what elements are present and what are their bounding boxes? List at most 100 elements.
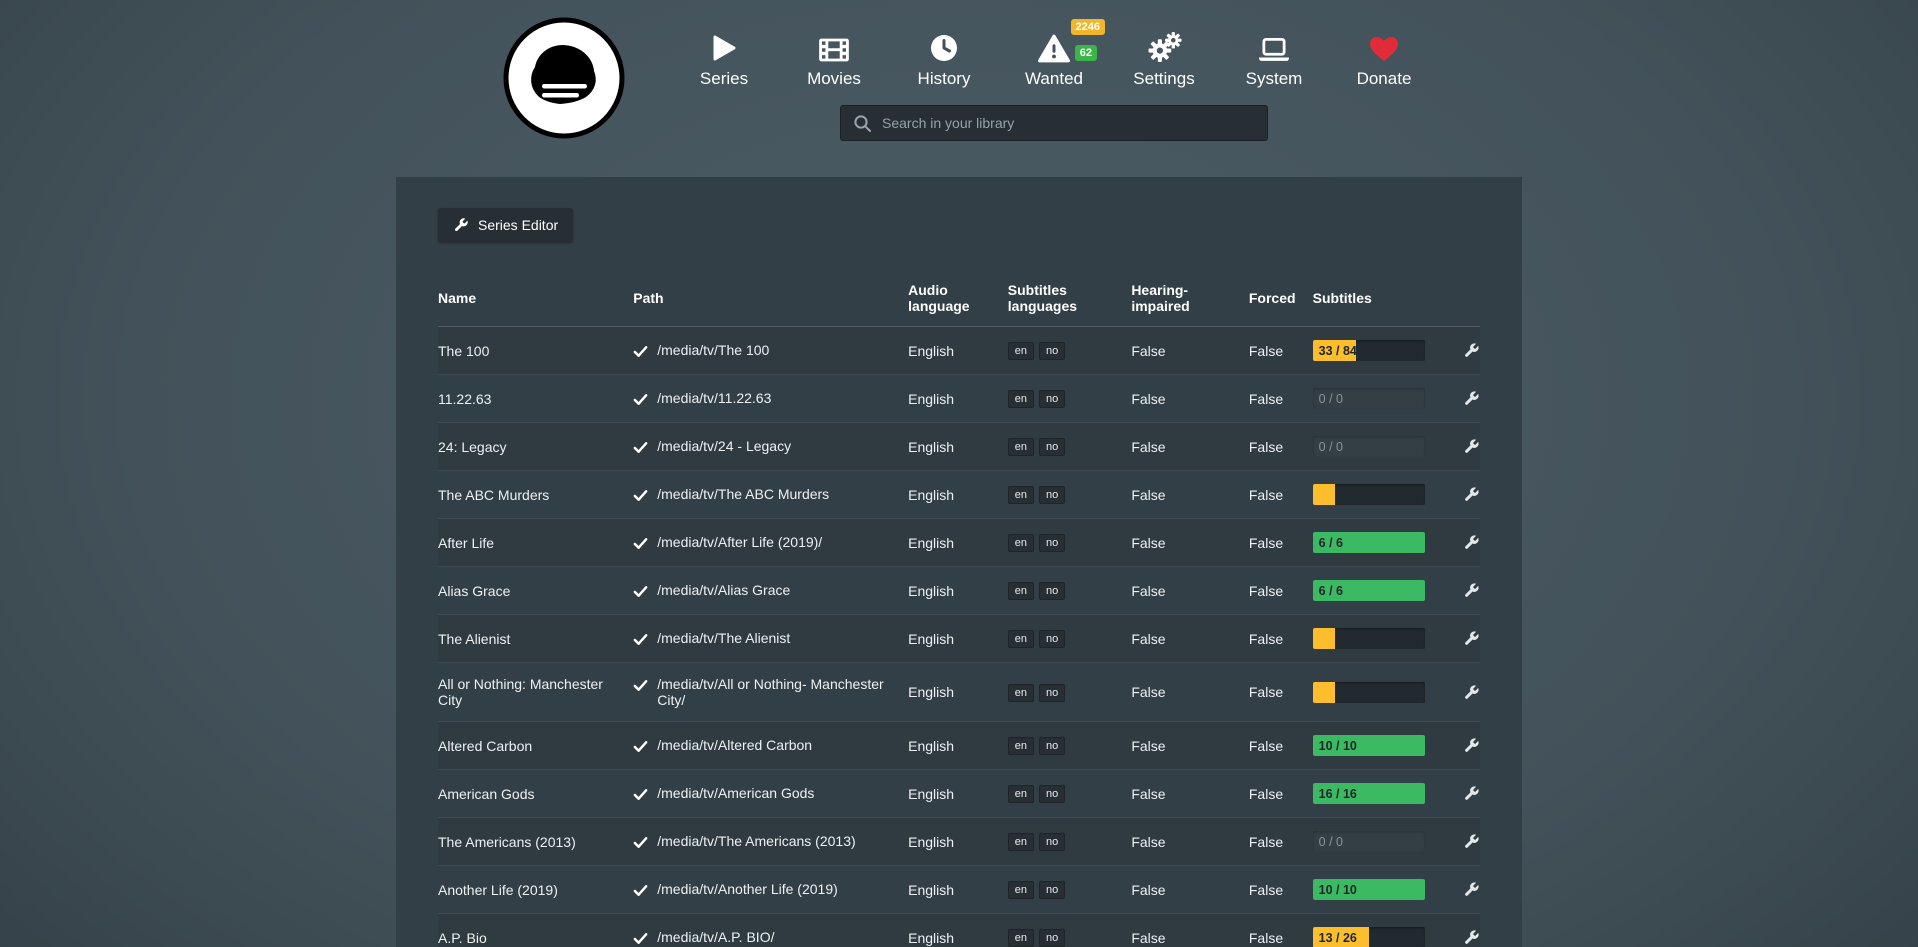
forced-value: False	[1249, 631, 1313, 647]
hearing-impaired-value: False	[1131, 535, 1249, 551]
subtitles-progress: 16 / 16	[1313, 783, 1425, 804]
language-badge: en	[1008, 486, 1034, 504]
series-name[interactable]: A.P. Bio	[438, 930, 633, 946]
wanted-count-badge: 2246	[1071, 19, 1105, 35]
edit-series-button[interactable]	[1463, 929, 1480, 946]
audio-language: English	[908, 391, 1008, 407]
series-name[interactable]: Another Life (2019)	[438, 882, 633, 898]
language-badge: en	[1008, 929, 1034, 947]
table-row: American Gods /media/tv/American Gods En…	[438, 770, 1480, 818]
audio-language: English	[908, 882, 1008, 898]
series-path-cell: /media/tv/Altered Carbon	[633, 737, 908, 754]
nav-label: Donate	[1357, 69, 1412, 89]
subtitles-progress: 0 / 0	[1313, 388, 1425, 409]
series-path-cell: /media/tv/24 - Legacy	[633, 438, 908, 455]
nav-item-history[interactable]: History	[911, 31, 977, 89]
series-path: /media/tv/All or Nothing- Manchester Cit…	[657, 676, 894, 708]
forced-value: False	[1249, 882, 1313, 898]
series-name[interactable]: Altered Carbon	[438, 738, 633, 754]
wrench-icon	[1463, 929, 1480, 946]
series-path: /media/tv/The Americans (2013)	[657, 833, 855, 849]
nav-item-donate[interactable]: Donate	[1351, 31, 1417, 89]
language-badge: en	[1008, 390, 1034, 408]
series-editor-button[interactable]: Series Editor	[438, 208, 573, 242]
subtitles-progress-fill	[1313, 484, 1335, 505]
hearing-impaired-value: False	[1131, 738, 1249, 754]
language-badge: no	[1039, 582, 1065, 600]
subtitles-languages: enno	[1008, 341, 1132, 360]
check-icon	[633, 883, 648, 898]
edit-series-button[interactable]	[1463, 534, 1480, 551]
forced-value: False	[1249, 535, 1313, 551]
language-badge: en	[1008, 534, 1034, 552]
audio-language: English	[908, 834, 1008, 850]
film-icon	[818, 31, 850, 63]
edit-series-button[interactable]	[1463, 737, 1480, 754]
check-icon	[633, 787, 648, 802]
nav-item-series[interactable]: Series	[691, 31, 757, 89]
series-path: /media/tv/The 100	[657, 342, 769, 358]
series-name[interactable]: Alias Grace	[438, 583, 633, 599]
subtitles-progress-label: 10 / 10	[1319, 739, 1357, 753]
series-name[interactable]: After Life	[438, 535, 633, 551]
table-row: The Americans (2013) /media/tv/The Ameri…	[438, 818, 1480, 866]
language-badge: en	[1008, 785, 1034, 803]
bazarr-logo[interactable]	[501, 15, 627, 141]
series-name[interactable]: 11.22.63	[438, 391, 633, 407]
series-path-cell: /media/tv/The Americans (2013)	[633, 833, 908, 850]
subtitles-progress-label: 13 / 26	[1319, 931, 1357, 945]
edit-series-button[interactable]	[1463, 582, 1480, 599]
language-badge: no	[1039, 684, 1065, 702]
nav-item-movies[interactable]: Movies	[801, 31, 867, 89]
subtitles-progress: 6 / 6	[1313, 580, 1425, 601]
edit-series-button[interactable]	[1463, 438, 1480, 455]
edit-series-button[interactable]	[1463, 486, 1480, 503]
series-table-body: The 100 /media/tv/The 100 English enno F…	[438, 327, 1480, 947]
series-name[interactable]: The Americans (2013)	[438, 834, 633, 850]
wrench-icon	[1463, 737, 1480, 754]
audio-language: English	[908, 930, 1008, 946]
hearing-impaired-value: False	[1131, 439, 1249, 455]
hearing-impaired-value: False	[1131, 631, 1249, 647]
nav-item-system[interactable]: System	[1241, 31, 1307, 89]
search-input[interactable]	[880, 114, 1255, 132]
nav-label: History	[918, 69, 971, 89]
table-row: 24: Legacy /media/tv/24 - Legacy English…	[438, 423, 1480, 471]
header-audio-language: Audio language	[908, 282, 1008, 314]
edit-series-button[interactable]	[1463, 684, 1480, 701]
edit-series-button[interactable]	[1463, 785, 1480, 802]
play-icon	[711, 31, 737, 63]
hearing-impaired-value: False	[1131, 930, 1249, 946]
check-icon	[633, 739, 648, 754]
hearing-impaired-value: False	[1131, 391, 1249, 407]
edit-series-button[interactable]	[1463, 390, 1480, 407]
subtitles-languages: enno	[1008, 784, 1132, 803]
series-name[interactable]: The 100	[438, 343, 633, 359]
subtitles-languages: enno	[1008, 629, 1132, 648]
series-name[interactable]: All or Nothing: Manchester City	[438, 676, 633, 708]
subtitles-progress-label: 0 / 0	[1319, 835, 1343, 849]
language-badge: en	[1008, 737, 1034, 755]
edit-series-button[interactable]	[1463, 833, 1480, 850]
edit-series-button[interactable]	[1463, 630, 1480, 647]
check-icon	[633, 632, 648, 647]
table-row: Alias Grace /media/tv/Alias Grace Englis…	[438, 567, 1480, 615]
edit-series-button[interactable]	[1463, 342, 1480, 359]
nav-item-settings[interactable]: Settings	[1131, 31, 1197, 89]
audio-language: English	[908, 439, 1008, 455]
series-name[interactable]: 24: Legacy	[438, 439, 633, 455]
language-badge: no	[1039, 486, 1065, 504]
audio-language: English	[908, 583, 1008, 599]
series-table: Name Path Audio language Subtitles langu…	[438, 276, 1480, 947]
subtitles-progress-label: 33 / 84	[1319, 344, 1357, 358]
series-name[interactable]: The Alienist	[438, 631, 633, 647]
series-name[interactable]: American Gods	[438, 786, 633, 802]
language-badge: no	[1039, 438, 1065, 456]
subtitles-languages: enno	[1008, 581, 1132, 600]
edit-series-button[interactable]	[1463, 881, 1480, 898]
check-icon	[633, 344, 648, 359]
nav-item-wanted[interactable]: 2246 62 Wanted	[1021, 31, 1087, 89]
series-name[interactable]: The ABC Murders	[438, 487, 633, 503]
table-row: Another Life (2019) /media/tv/Another Li…	[438, 866, 1480, 914]
series-path-cell: /media/tv/The Alienist	[633, 630, 908, 647]
